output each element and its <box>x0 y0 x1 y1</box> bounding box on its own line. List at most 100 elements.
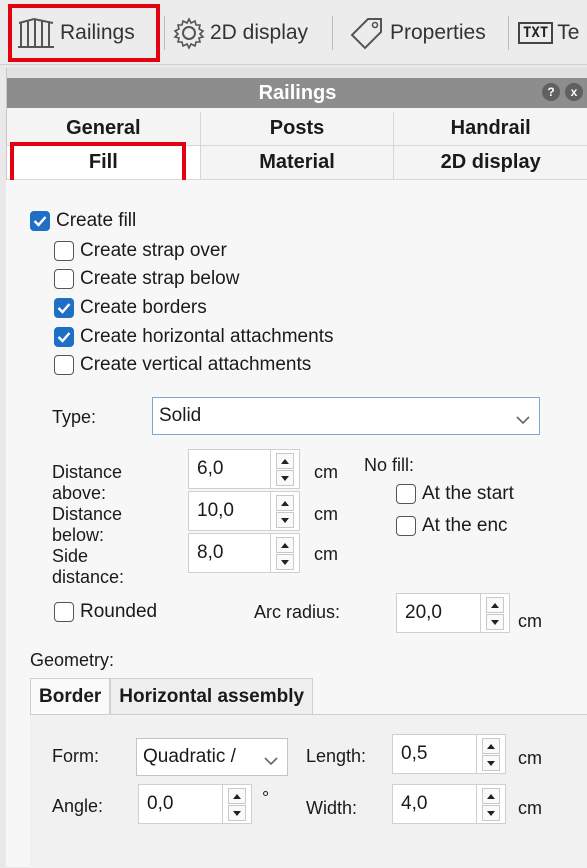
checkbox-unchecked-icon <box>54 602 74 622</box>
distance-below-value: 10,0 <box>197 500 234 521</box>
spin-buttons <box>270 450 299 488</box>
distance-above-value: 6,0 <box>197 458 224 479</box>
top-toolbar: Railings 2D display Properties TXT Te <box>0 0 587 65</box>
toolbar-separator <box>332 16 333 50</box>
angle-value: 0,0 <box>147 793 174 814</box>
width-input[interactable]: 4,0 <box>392 784 506 824</box>
txt-icon: TXT <box>518 22 554 44</box>
checkbox-unchecked-icon <box>54 241 74 261</box>
arrow-up-icon[interactable] <box>228 788 246 804</box>
2d-display-toolbar-button[interactable]: 2D display <box>172 8 308 58</box>
create-fill-checkbox[interactable]: Create fill <box>30 210 136 232</box>
create-vertical-attachments-checkbox[interactable]: Create vertical attachments <box>54 354 311 376</box>
toolbar-separator <box>508 16 509 50</box>
angle-label: Angle: <box>52 796 104 816</box>
distance-below-input[interactable]: 10,0 <box>188 491 300 531</box>
distance-above-unit: cm <box>314 462 338 482</box>
chevron-down-icon <box>263 751 279 773</box>
arrow-down-icon[interactable] <box>482 805 500 821</box>
text-toolbar-button[interactable]: TXT Te <box>518 8 579 58</box>
railings-highlight-frame <box>8 4 160 62</box>
type-label: Type: <box>52 407 97 427</box>
arrow-down-icon[interactable] <box>276 554 294 570</box>
properties-toolbar-label: Properties <box>390 21 486 44</box>
tab-2d-display[interactable]: 2D display <box>394 146 587 180</box>
at-the-start-checkbox[interactable]: At the start <box>396 483 514 505</box>
arrow-up-icon[interactable] <box>276 453 294 469</box>
tab-handrail[interactable]: Handrail <box>394 112 587 146</box>
form-select[interactable]: Quadratic / <box>136 738 288 776</box>
create-strap-over-checkbox[interactable]: Create strap over <box>54 240 227 262</box>
arrow-down-icon[interactable] <box>486 614 504 630</box>
toolbar-separator <box>164 16 165 50</box>
create-horizontal-attachments-label: Create horizontal attachments <box>80 326 334 347</box>
fill-tab-highlight-frame <box>10 142 186 184</box>
checkbox-unchecked-icon <box>54 269 74 289</box>
arrow-down-icon[interactable] <box>276 470 294 486</box>
arrow-up-icon[interactable] <box>276 537 294 553</box>
arc-radius-input[interactable]: 20,0 <box>396 593 510 633</box>
tab-border[interactable]: Border <box>30 678 111 714</box>
geometry-label: Geometry: <box>30 650 115 670</box>
angle-unit: ° <box>262 788 270 808</box>
arrow-down-icon[interactable] <box>482 755 500 771</box>
create-borders-checkbox[interactable]: Create borders <box>54 297 207 319</box>
tag-icon <box>350 16 384 50</box>
create-horizontal-attachments-checkbox[interactable]: Create horizontal attachments <box>54 326 333 348</box>
panel-title: Railings <box>7 78 587 108</box>
2d-display-toolbar-label: 2D display <box>210 21 309 44</box>
arrow-up-icon[interactable] <box>482 788 500 804</box>
text-toolbar-label: Te <box>557 21 580 44</box>
arrow-down-icon[interactable] <box>276 512 294 528</box>
checkbox-checked-icon <box>30 211 50 231</box>
length-label: Length: <box>306 746 367 766</box>
tab-material[interactable]: Material <box>200 146 395 180</box>
create-strap-below-checkbox[interactable]: Create strap below <box>54 268 239 290</box>
spin-buttons <box>476 785 505 823</box>
arrow-up-icon[interactable] <box>486 597 504 613</box>
tab-general[interactable]: General <box>7 112 201 146</box>
spin-buttons <box>476 735 505 773</box>
create-strap-over-label: Create strap over <box>80 240 227 261</box>
checkbox-checked-icon <box>54 298 74 318</box>
create-borders-label: Create borders <box>80 297 207 318</box>
properties-toolbar-button[interactable]: Properties <box>350 8 486 58</box>
arrow-down-icon[interactable] <box>228 805 246 821</box>
create-vertical-attachments-label: Create vertical attachments <box>80 354 312 375</box>
length-input[interactable]: 0,5 <box>392 734 506 774</box>
spin-buttons <box>270 492 299 530</box>
close-icon[interactable]: x <box>565 83 583 101</box>
panel-top-strip <box>7 68 587 78</box>
tab-horizontal-assembly[interactable]: Horizontal assembly <box>110 678 314 714</box>
side-distance-label: Side distance: <box>52 546 125 587</box>
form-value: Quadratic / <box>143 746 236 767</box>
distance-above-label: Distance above: <box>52 462 123 503</box>
width-unit: cm <box>518 798 542 818</box>
length-unit: cm <box>518 748 542 768</box>
width-label: Width: <box>306 798 358 818</box>
arrow-up-icon[interactable] <box>482 738 500 754</box>
form-label: Form: <box>52 746 99 766</box>
rounded-checkbox[interactable]: Rounded <box>54 601 157 623</box>
side-distance-input[interactable]: 8,0 <box>188 533 300 573</box>
arc-radius-value: 20,0 <box>405 602 442 623</box>
spin-buttons <box>270 534 299 572</box>
distance-below-unit: cm <box>314 504 338 524</box>
arc-radius-label: Arc radius: <box>254 602 341 622</box>
checkbox-unchecked-icon <box>54 355 74 375</box>
at-the-start-label: At the start <box>422 483 514 504</box>
at-the-end-label: At the enc <box>422 515 508 536</box>
chevron-down-icon <box>515 410 531 432</box>
at-the-end-checkbox[interactable]: At the enc <box>396 515 508 537</box>
gear-icon <box>172 16 206 50</box>
checkbox-unchecked-icon <box>396 484 416 504</box>
tab-posts[interactable]: Posts <box>200 112 395 146</box>
width-value: 4,0 <box>401 793 428 814</box>
create-strap-below-label: Create strap below <box>80 268 240 289</box>
help-icon[interactable]: ? <box>542 83 560 101</box>
type-select[interactable]: Solid <box>152 397 540 435</box>
arrow-up-icon[interactable] <box>276 495 294 511</box>
distance-above-input[interactable]: 6,0 <box>188 449 300 489</box>
angle-input[interactable]: 0,0 <box>138 784 252 824</box>
arc-radius-unit: cm <box>518 611 542 631</box>
